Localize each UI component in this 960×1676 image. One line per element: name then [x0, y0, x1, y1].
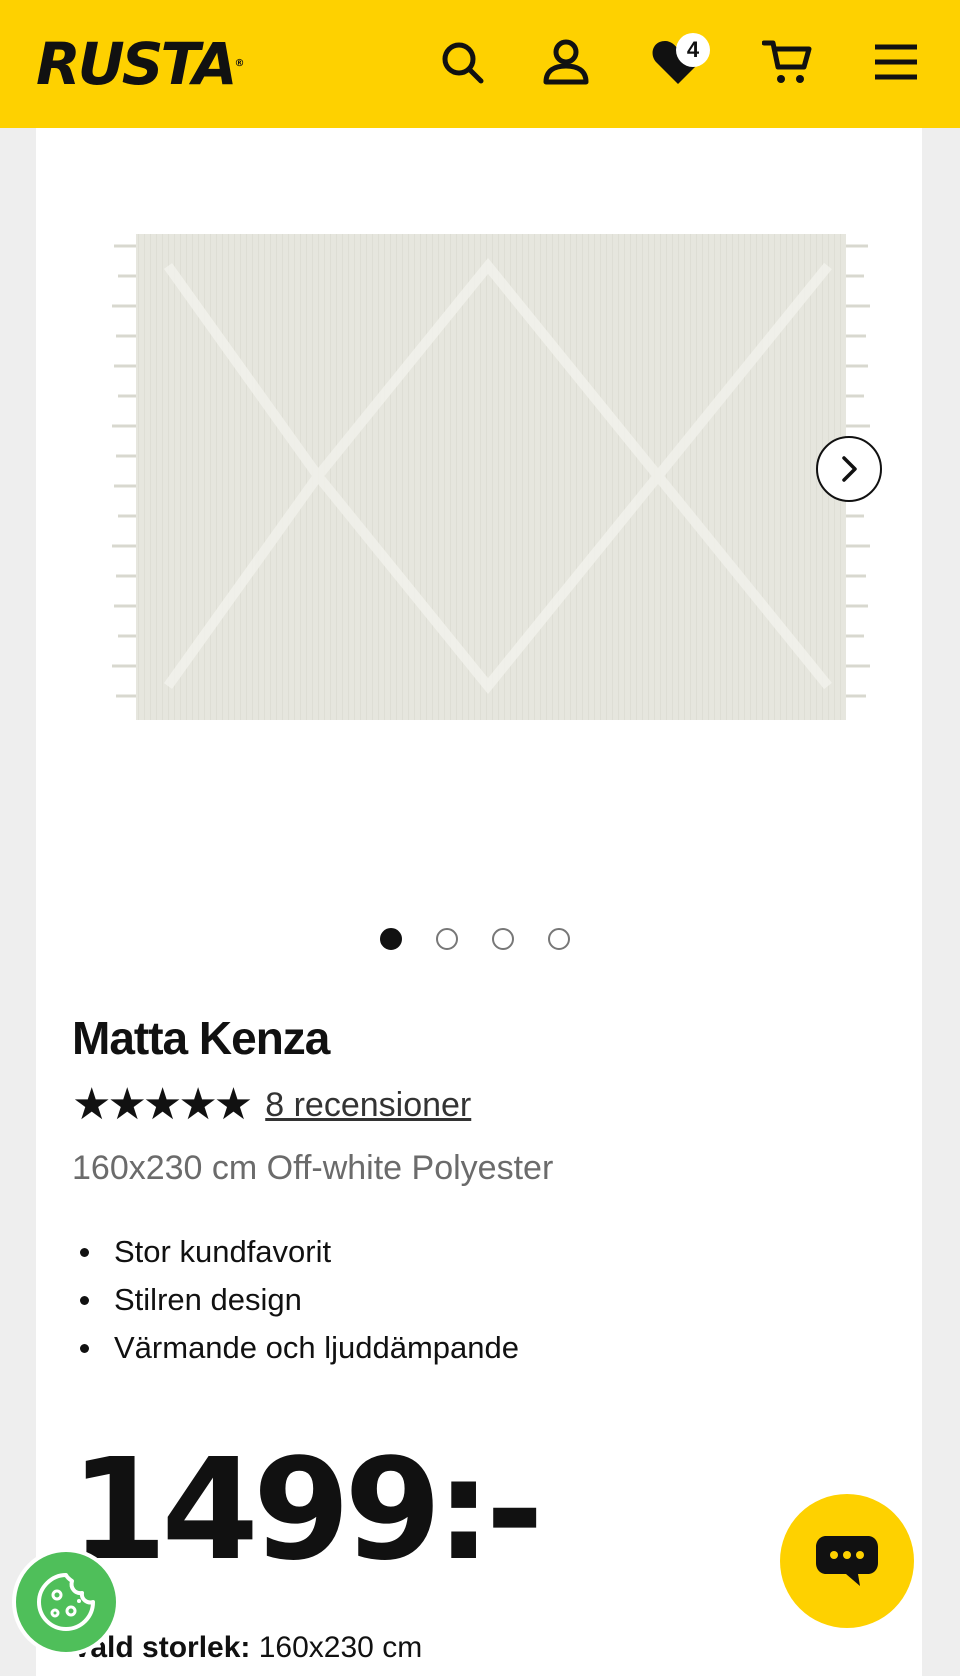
feature-item: Stilren design [72, 1276, 519, 1324]
search-button[interactable] [434, 30, 490, 94]
account-button[interactable] [538, 30, 594, 94]
selected-size-value: 160x230 cm [258, 1631, 423, 1664]
gallery-dot-1[interactable] [380, 928, 402, 950]
rusta-logo[interactable]: RUSTA® [36, 26, 244, 102]
gallery-dot-3[interactable] [492, 928, 514, 950]
chat-bubble-icon [816, 1536, 878, 1586]
cart-button[interactable] [760, 30, 816, 94]
user-icon [543, 39, 589, 85]
selected-size: Vald storlek: 160x230 cm [72, 1628, 422, 1668]
feature-item: Stor kundfavorit [72, 1228, 519, 1276]
chevron-right-icon [842, 456, 857, 482]
gallery-pagination [380, 928, 570, 950]
feature-list: Stor kundfavorit Stilren design Värmande… [72, 1228, 519, 1372]
search-icon [442, 42, 484, 84]
product-image-gallery[interactable] [36, 128, 922, 968]
product-title: Matta Kenza [72, 1012, 330, 1064]
product-image-rug [112, 234, 870, 720]
wishlist-button[interactable]: 4 [650, 30, 710, 94]
product-rating: ★★★★★ 8 recensioner [72, 1080, 471, 1130]
star-rating-icons: ★★★★★ [72, 1080, 253, 1129]
next-image-button[interactable] [816, 436, 882, 502]
registered-mark: ® [234, 58, 245, 69]
chat-button[interactable] [780, 1494, 914, 1628]
site-header: RUSTA® 4 [0, 0, 960, 128]
gallery-dot-4[interactable] [548, 928, 570, 950]
product-price: 1499:- [70, 1429, 544, 1592]
reviews-link[interactable]: 8 recensioner [265, 1086, 471, 1125]
product-card: Matta Kenza ★★★★★ 8 recensioner 160x230 … [36, 128, 922, 1676]
cart-icon [762, 40, 812, 83]
product-variant: 160x230 cm Off-white Polyester [72, 1149, 554, 1187]
feature-item: Värmande och ljuddämpande [72, 1324, 519, 1372]
logo-text: RUSTA [36, 30, 237, 98]
gallery-dot-2[interactable] [436, 928, 458, 950]
wishlist-count-badge: 4 [676, 33, 710, 67]
cookie-settings-button[interactable] [12, 1548, 120, 1656]
cookie-icon [37, 1573, 95, 1631]
menu-icon [875, 44, 917, 80]
menu-button[interactable] [868, 30, 924, 94]
